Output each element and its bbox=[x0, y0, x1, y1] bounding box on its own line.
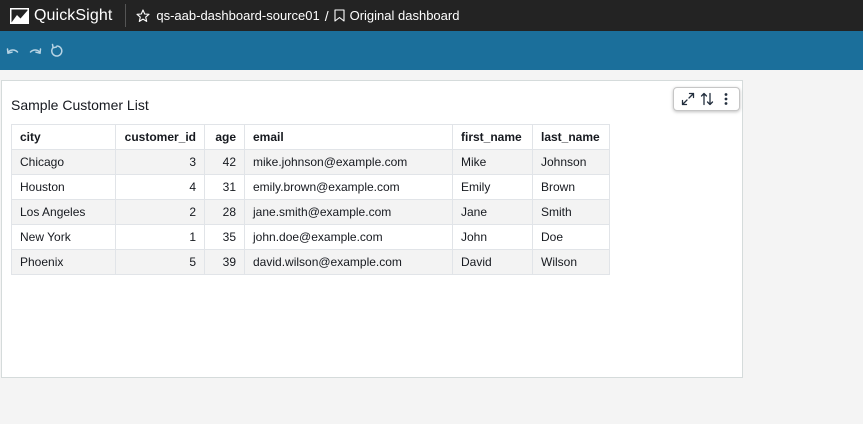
cell-age: 35 bbox=[204, 224, 245, 250]
cell-last-name: Johnson bbox=[532, 149, 610, 175]
topbar-divider bbox=[125, 4, 127, 27]
cell-email: jane.smith@example.com bbox=[244, 199, 453, 225]
table-row[interactable]: Chicago 3 42 mike.johnson@example.com Mi… bbox=[11, 149, 610, 175]
cell-first-name: Jane bbox=[452, 199, 533, 225]
toolbar bbox=[0, 31, 863, 70]
cell-last-name: Doe bbox=[532, 224, 610, 250]
more-options-button[interactable] bbox=[718, 91, 734, 107]
cell-city: Houston bbox=[11, 174, 116, 200]
app-name: QuickSight bbox=[34, 6, 113, 24]
undo-icon bbox=[6, 47, 19, 54]
redo-button[interactable] bbox=[27, 43, 43, 59]
cell-age: 28 bbox=[204, 199, 245, 225]
column-header-city[interactable]: city bbox=[11, 124, 116, 150]
redo-icon bbox=[29, 47, 42, 54]
cell-customer-id: 1 bbox=[115, 224, 205, 250]
cell-first-name: David bbox=[452, 249, 533, 275]
column-header-last-name[interactable]: last_name bbox=[532, 124, 610, 150]
favorite-star-icon[interactable] bbox=[136, 8, 150, 23]
cell-email: emily.brown@example.com bbox=[244, 174, 453, 200]
cell-email: john.doe@example.com bbox=[244, 224, 453, 250]
visual-menu bbox=[673, 87, 740, 111]
bookmark-icon[interactable] bbox=[334, 9, 345, 22]
cell-city: New York bbox=[11, 224, 116, 250]
dashboard-name-breadcrumb[interactable]: Original dashboard bbox=[350, 8, 460, 23]
expand-icon bbox=[681, 92, 694, 106]
cell-email: david.wilson@example.com bbox=[244, 249, 453, 275]
reset-icon bbox=[51, 43, 63, 57]
quicksight-logo-icon bbox=[10, 7, 29, 24]
cell-city: Los Angeles bbox=[11, 199, 116, 225]
cell-email: mike.johnson@example.com bbox=[244, 149, 453, 175]
table-header-row: city customer_id age email first_name la… bbox=[11, 124, 610, 150]
visual-title: Sample Customer List bbox=[11, 97, 149, 113]
cell-customer-id: 2 bbox=[115, 199, 205, 225]
column-header-first-name[interactable]: first_name bbox=[452, 124, 533, 150]
customer-table: city customer_id age email first_name la… bbox=[11, 124, 610, 275]
cell-last-name: Brown bbox=[532, 174, 610, 200]
cell-first-name: Mike bbox=[452, 149, 533, 175]
cell-first-name: John bbox=[452, 224, 533, 250]
sort-icon bbox=[700, 92, 713, 106]
cell-first-name: Emily bbox=[452, 174, 533, 200]
undo-button[interactable] bbox=[5, 43, 21, 59]
table-row[interactable]: Houston 4 31 emily.brown@example.com Emi… bbox=[11, 174, 610, 200]
column-header-email[interactable]: email bbox=[244, 124, 453, 150]
table-row[interactable]: Los Angeles 2 28 jane.smith@example.com … bbox=[11, 199, 610, 225]
quicksight-logo[interactable]: QuickSight bbox=[10, 0, 112, 31]
reset-button[interactable] bbox=[49, 43, 65, 59]
column-header-customer-id[interactable]: customer_id bbox=[115, 124, 205, 150]
table-visual-card[interactable]: Sample Customer List city customer_id ag… bbox=[1, 80, 743, 378]
table-row[interactable]: New York 1 35 john.doe@example.com John … bbox=[11, 224, 610, 250]
cell-last-name: Smith bbox=[532, 199, 610, 225]
column-header-age[interactable]: age bbox=[204, 124, 245, 150]
cell-city: Chicago bbox=[11, 149, 116, 175]
cell-customer-id: 4 bbox=[115, 174, 205, 200]
cell-age: 31 bbox=[204, 174, 245, 200]
expand-button[interactable] bbox=[680, 91, 696, 107]
cell-customer-id: 3 bbox=[115, 149, 205, 175]
table-row[interactable]: Phoenix 5 39 david.wilson@example.com Da… bbox=[11, 249, 610, 275]
analysis-name-breadcrumb[interactable]: qs-aab-dashboard-source01 bbox=[156, 8, 319, 23]
more-options-icon bbox=[724, 93, 727, 105]
breadcrumb-separator: / bbox=[324, 7, 329, 24]
cell-city: Phoenix bbox=[11, 249, 116, 275]
cell-customer-id: 5 bbox=[115, 249, 205, 275]
top-bar: QuickSight qs-aab-dashboard-source01 / O… bbox=[0, 0, 863, 31]
cell-age: 39 bbox=[204, 249, 245, 275]
cell-age: 42 bbox=[204, 149, 245, 175]
sort-button[interactable] bbox=[699, 91, 715, 107]
cell-last-name: Wilson bbox=[532, 249, 610, 275]
